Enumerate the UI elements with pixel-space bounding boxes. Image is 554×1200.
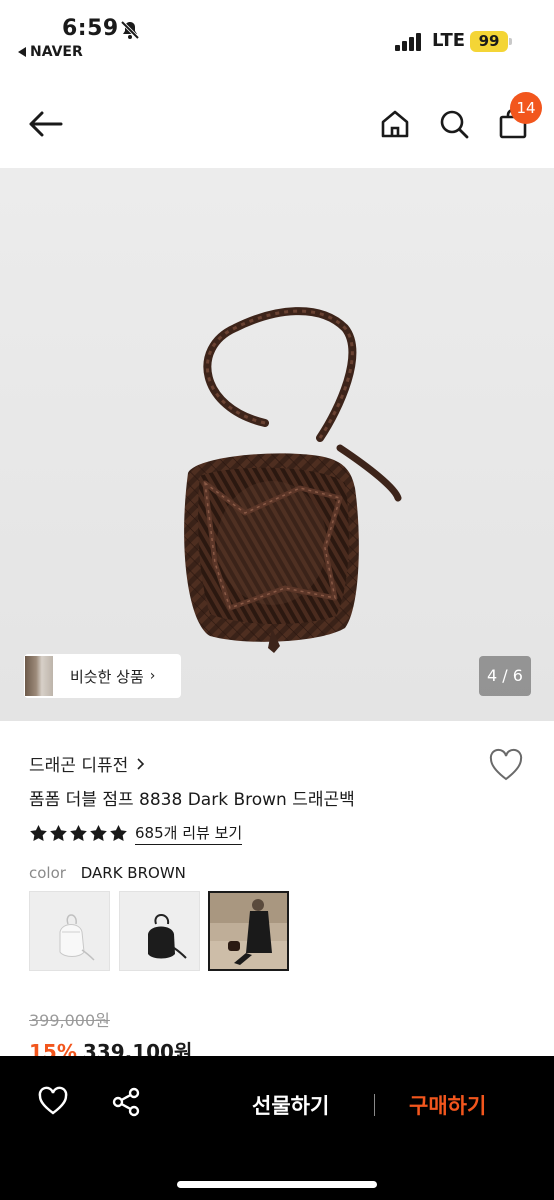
color-swatch-dark-brown[interactable] xyxy=(208,891,289,971)
status-time: 6:59 xyxy=(62,16,119,41)
heart-icon[interactable] xyxy=(37,1086,69,1118)
star-icon xyxy=(30,824,47,842)
back-button[interactable] xyxy=(23,102,67,146)
star-icon xyxy=(90,824,107,842)
back-app-label: NAVER xyxy=(30,44,83,60)
model-photo-thumbnail xyxy=(210,893,287,969)
cart-count-badge: 14 xyxy=(510,92,542,124)
color-option: color DARK BROWN xyxy=(29,864,186,882)
status-bar: 6:59 NAVER LTE 99 xyxy=(0,0,554,70)
color-swatch-white[interactable] xyxy=(29,891,110,971)
brand-link[interactable]: 드래곤 디퓨전 xyxy=(29,751,146,776)
star-icon xyxy=(50,824,67,842)
star-icon xyxy=(70,824,87,842)
image-page-indicator: 4 / 6 xyxy=(479,656,531,696)
home-button[interactable] xyxy=(373,102,417,146)
rating-stars xyxy=(29,824,128,843)
chevron-right-icon: › xyxy=(149,668,156,684)
white-bag-thumbnail xyxy=(30,892,109,970)
share-icon[interactable] xyxy=(110,1086,142,1118)
option-label: color xyxy=(29,864,66,882)
original-price: 399,000원 xyxy=(29,1011,110,1030)
buy-button[interactable]: 구매하기 xyxy=(409,1090,486,1120)
arrow-left-icon xyxy=(29,111,63,137)
color-swatch-black[interactable] xyxy=(119,891,200,971)
search-icon xyxy=(440,110,469,139)
gift-button[interactable]: 선물하기 xyxy=(252,1090,329,1120)
brand-name: 드래곤 디퓨전 xyxy=(29,756,129,776)
similar-products-button[interactable]: 비슷한 상품 › xyxy=(24,654,181,698)
home-indicator xyxy=(177,1181,377,1188)
similar-products-label: 비슷한 상품 xyxy=(70,667,144,686)
network-label: LTE xyxy=(432,30,466,51)
battery-icon: 99 xyxy=(470,31,508,52)
top-nav xyxy=(0,80,554,168)
back-to-app[interactable]: NAVER xyxy=(18,44,83,60)
option-value: DARK BROWN xyxy=(80,864,186,882)
signal-icon xyxy=(395,33,423,51)
review-link[interactable]: 685개 리뷰 보기 xyxy=(135,822,243,845)
product-image[interactable] xyxy=(0,168,554,721)
black-bag-thumbnail xyxy=(120,892,199,970)
search-button[interactable] xyxy=(432,102,476,146)
back-triangle-icon xyxy=(18,47,26,57)
bottom-action-bar: 선물하기 구매하기 xyxy=(0,1056,554,1200)
bucket-bag-image xyxy=(184,307,402,653)
heart-icon[interactable] xyxy=(488,748,524,784)
chevron-right-icon xyxy=(137,757,145,770)
bell-muted-icon xyxy=(120,20,140,40)
rating-row: 685개 리뷰 보기 xyxy=(29,822,243,845)
product-title: 폼폼 더블 점프 8838 Dark Brown 드래곤백 xyxy=(29,790,355,810)
star-icon xyxy=(110,824,127,842)
divider xyxy=(374,1094,375,1116)
similar-product-thumbnail xyxy=(25,656,53,696)
home-icon xyxy=(381,110,409,138)
